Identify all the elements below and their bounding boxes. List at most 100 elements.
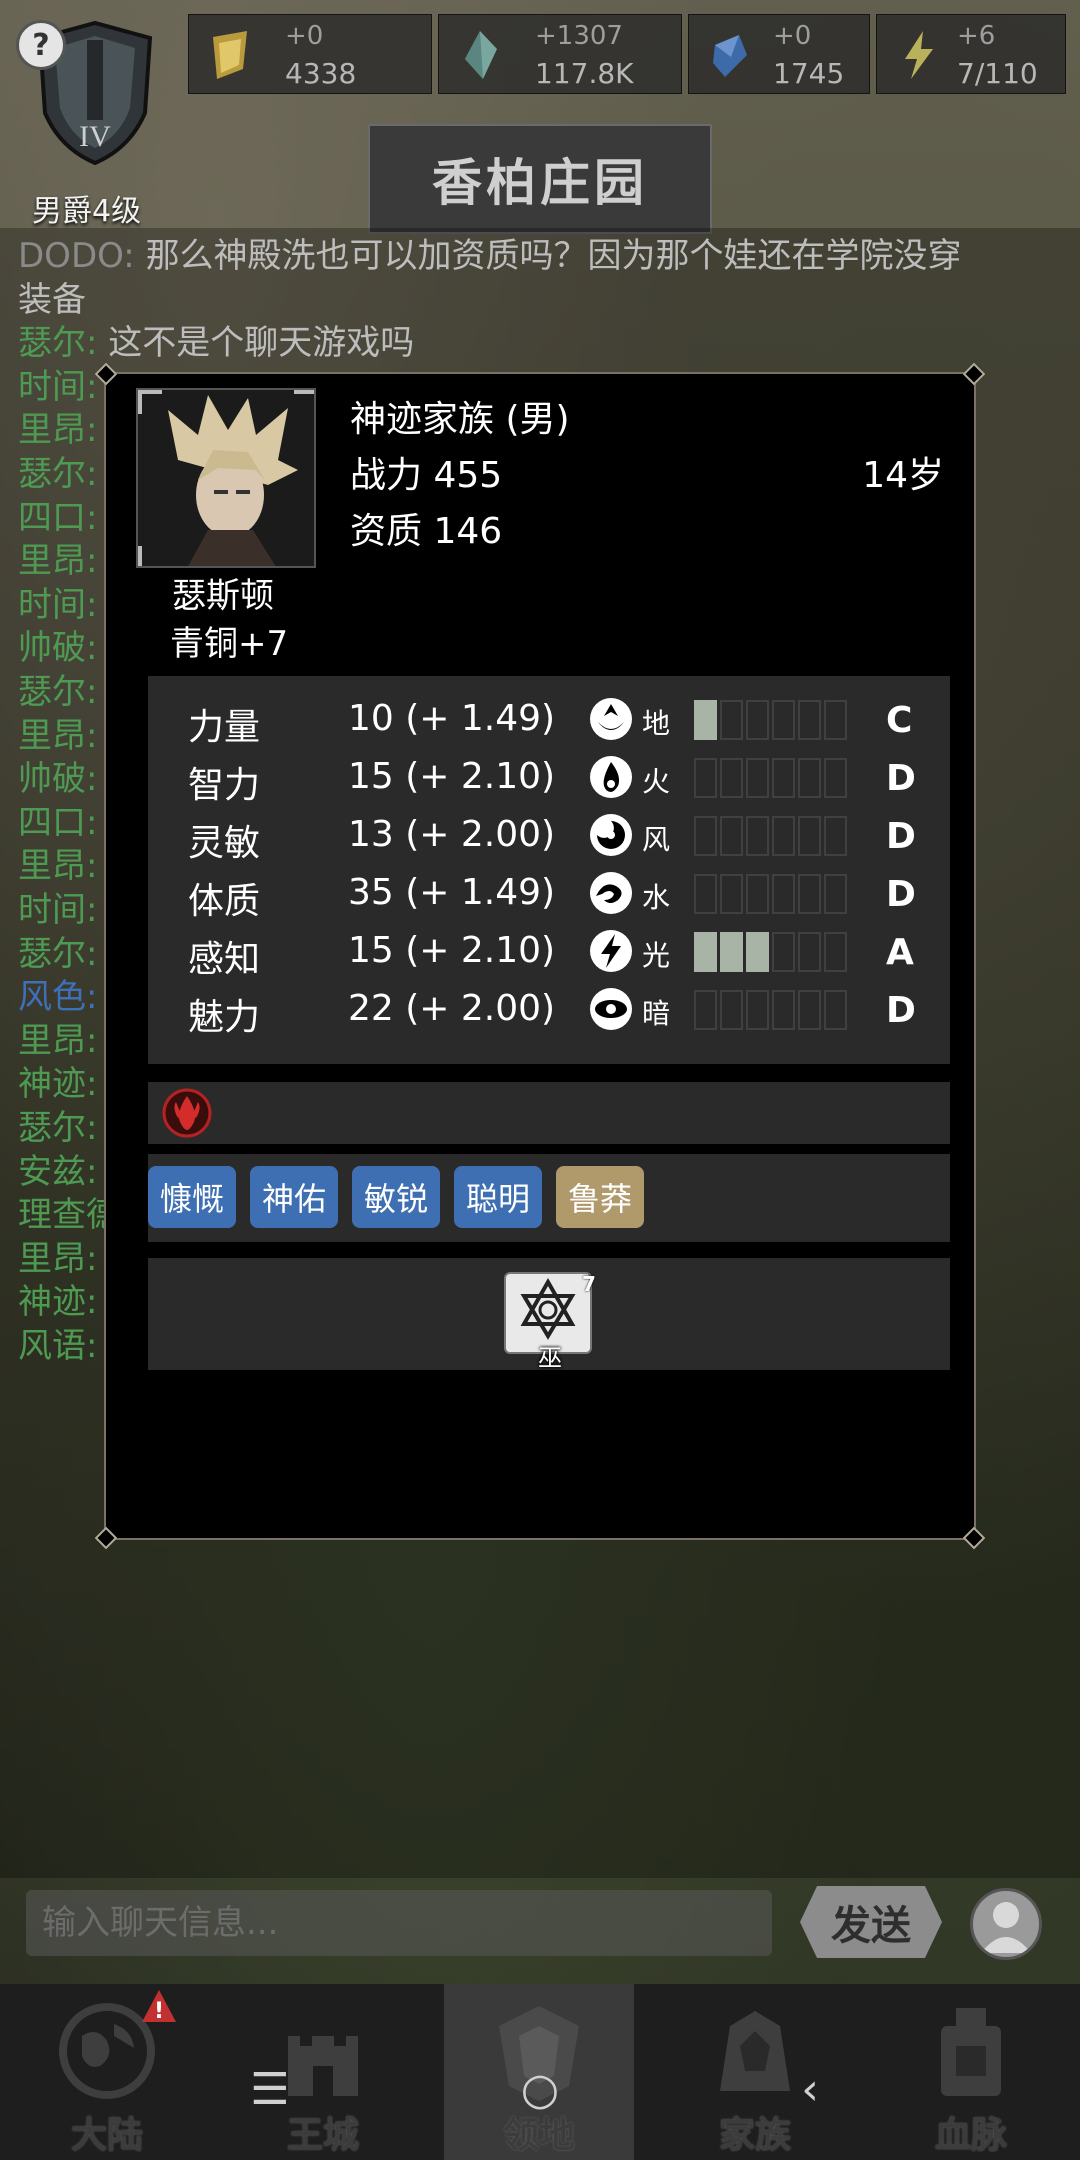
chat-message[interactable]: 帅破: xyxy=(18,620,97,669)
chat-message[interactable]: 神迹: xyxy=(18,1056,97,1105)
chat-message[interactable]: 装备 xyxy=(18,272,86,321)
chat-message[interactable]: 瑟尔: xyxy=(18,1100,97,1149)
chat-input[interactable]: 输入聊天信息... xyxy=(26,1890,772,1956)
chat-separator: : xyxy=(86,497,98,538)
send-button[interactable]: 发送 xyxy=(800,1886,942,1958)
chat-sender[interactable]: 神迹 xyxy=(18,1282,86,1322)
skill-label: 巫 xyxy=(538,1344,562,1372)
chat-sender[interactable]: 风语 xyxy=(18,1326,86,1366)
stat-level-segment xyxy=(772,874,795,914)
chat-message[interactable]: 瑟尔: xyxy=(18,926,97,975)
chat-message[interactable]: 帅破: xyxy=(18,751,97,800)
chat-message[interactable]: 瑟尔: 这不是个聊天游戏吗 xyxy=(18,315,414,364)
chat-sender[interactable]: 四口 xyxy=(18,498,86,538)
stat-name: 魅力 xyxy=(188,997,261,1038)
resource-gem[interactable]: +0 1745 xyxy=(688,14,870,94)
element-level-bar xyxy=(694,758,847,798)
trait-tag[interactable]: 慷慨 xyxy=(148,1166,236,1228)
chat-sender[interactable]: 帅破 xyxy=(18,759,86,799)
stat-level-segment xyxy=(798,990,821,1030)
skills-panel: 7 巫 xyxy=(148,1258,950,1372)
stat-level-segment xyxy=(746,874,769,914)
chat-sender[interactable]: 里昂 xyxy=(18,1239,86,1279)
chat-sender[interactable]: 瑟尔 xyxy=(18,454,86,494)
chat-separator: : xyxy=(86,890,98,930)
stat-level-segment xyxy=(824,758,847,798)
chat-message[interactable]: 瑟尔: xyxy=(18,664,97,713)
trait-tag[interactable]: 神佑 xyxy=(250,1166,338,1228)
chat-message[interactable]: DODO: 那么神殿洗也可以加资质吗？因为那个娃还在学院没穿 xyxy=(18,228,962,277)
chat-sender[interactable]: 风色 xyxy=(18,977,86,1017)
trait-tag[interactable]: 敏锐 xyxy=(352,1166,440,1228)
chat-sender[interactable]: 里昂 xyxy=(18,716,86,756)
chat-sender[interactable]: 时间 xyxy=(18,890,86,930)
chat-sender[interactable]: 时间 xyxy=(18,367,86,407)
chat-sender[interactable]: 瑟尔 xyxy=(18,323,86,363)
stat-level-segment xyxy=(798,932,821,972)
chat-message[interactable]: 时间: xyxy=(18,359,97,408)
chat-sender[interactable]: 四口 xyxy=(18,803,86,843)
chat-message[interactable]: 安兹: xyxy=(18,1144,97,1193)
chat-sender[interactable]: 时间 xyxy=(18,585,86,625)
element-grade: D xyxy=(886,816,916,857)
resource-total: 117.8K xyxy=(535,57,634,90)
chat-sender[interactable]: DODO xyxy=(18,236,123,276)
chat-sender[interactable]: 安兹 xyxy=(18,1152,86,1192)
family-name: 神迹家族 (男) xyxy=(350,399,570,440)
stat-level-segment xyxy=(720,990,743,1030)
chat-sender[interactable]: 神迹 xyxy=(18,1064,86,1104)
stat-level-segment xyxy=(772,758,795,798)
page-title: 香柏庄园 xyxy=(368,124,712,234)
stat-level-segment xyxy=(694,932,717,972)
chat-message[interactable]: 里昂: xyxy=(18,708,97,757)
chat-sender[interactable]: 里昂 xyxy=(18,846,86,886)
trait-tag[interactable]: 聪明 xyxy=(454,1166,542,1228)
chat-message[interactable]: 里昂: xyxy=(18,533,97,582)
menu-icon[interactable]: ☰ xyxy=(240,2060,300,2120)
resource-crystal[interactable]: +1307 117.8K xyxy=(438,14,682,94)
chat-sender[interactable]: 里昂 xyxy=(18,541,86,581)
chat-separator: : xyxy=(86,933,98,974)
talent-value: 资质 146 xyxy=(350,511,503,552)
chat-message[interactable]: 里昂: xyxy=(18,1013,97,1062)
nav-item[interactable]: 血脉 xyxy=(876,1984,1066,2160)
home-icon[interactable]: ○ xyxy=(510,2060,570,2120)
chat-message[interactable]: 风色: xyxy=(18,969,97,1018)
player-avatar[interactable] xyxy=(970,1888,1042,1960)
character-portrait[interactable] xyxy=(136,388,316,568)
stat-level-segment xyxy=(720,758,743,798)
stat-level-segment xyxy=(720,932,743,972)
chat-sender[interactable]: 瑟尔 xyxy=(18,1108,86,1148)
chat-sender[interactable]: 瑟尔 xyxy=(18,672,86,712)
flame-drop-icon[interactable] xyxy=(162,1088,212,1138)
chat-message[interactable]: 时间: xyxy=(18,577,97,626)
chat-message[interactable]: 四口: xyxy=(18,795,97,844)
element-level-bar xyxy=(694,932,847,972)
nav-label: 血脉 xyxy=(934,2115,1007,2156)
chat-message[interactable]: 时间: xyxy=(18,882,97,931)
help-button[interactable]: ? xyxy=(16,20,66,70)
chat-separator: : xyxy=(86,846,98,887)
chat-sender[interactable]: 瑟尔 xyxy=(18,934,86,974)
chat-message[interactable]: 里昂: xyxy=(18,838,97,887)
element-level-bar xyxy=(694,990,847,1030)
resource-gold[interactable]: +0 4338 xyxy=(188,14,432,94)
element-name: 风 xyxy=(642,823,671,856)
skill-card[interactable]: 7 巫 xyxy=(504,1272,596,1372)
chat-sender[interactable]: 里昂 xyxy=(18,1021,86,1061)
chat-separator: : xyxy=(86,715,98,756)
element-level-bar xyxy=(694,700,847,740)
earth-icon xyxy=(590,698,632,740)
chat-message[interactable]: 四口: xyxy=(18,490,97,539)
back-icon[interactable]: ‹ xyxy=(780,2060,840,2120)
trait-tag[interactable]: 鲁莽 xyxy=(556,1166,644,1228)
element-name: 水 xyxy=(642,881,671,914)
stat-name: 感知 xyxy=(188,939,261,980)
chat-sender[interactable]: 帅破 xyxy=(18,628,86,668)
chat-message[interactable]: 瑟尔: xyxy=(18,446,97,495)
resource-energy[interactable]: +6 7/110 xyxy=(876,14,1066,94)
bloodline-panel[interactable] xyxy=(148,1082,950,1144)
stat-level-segment xyxy=(746,932,769,972)
chat-sender[interactable]: 里昂 xyxy=(18,410,86,450)
character-name: 瑟斯顿 xyxy=(172,576,274,616)
